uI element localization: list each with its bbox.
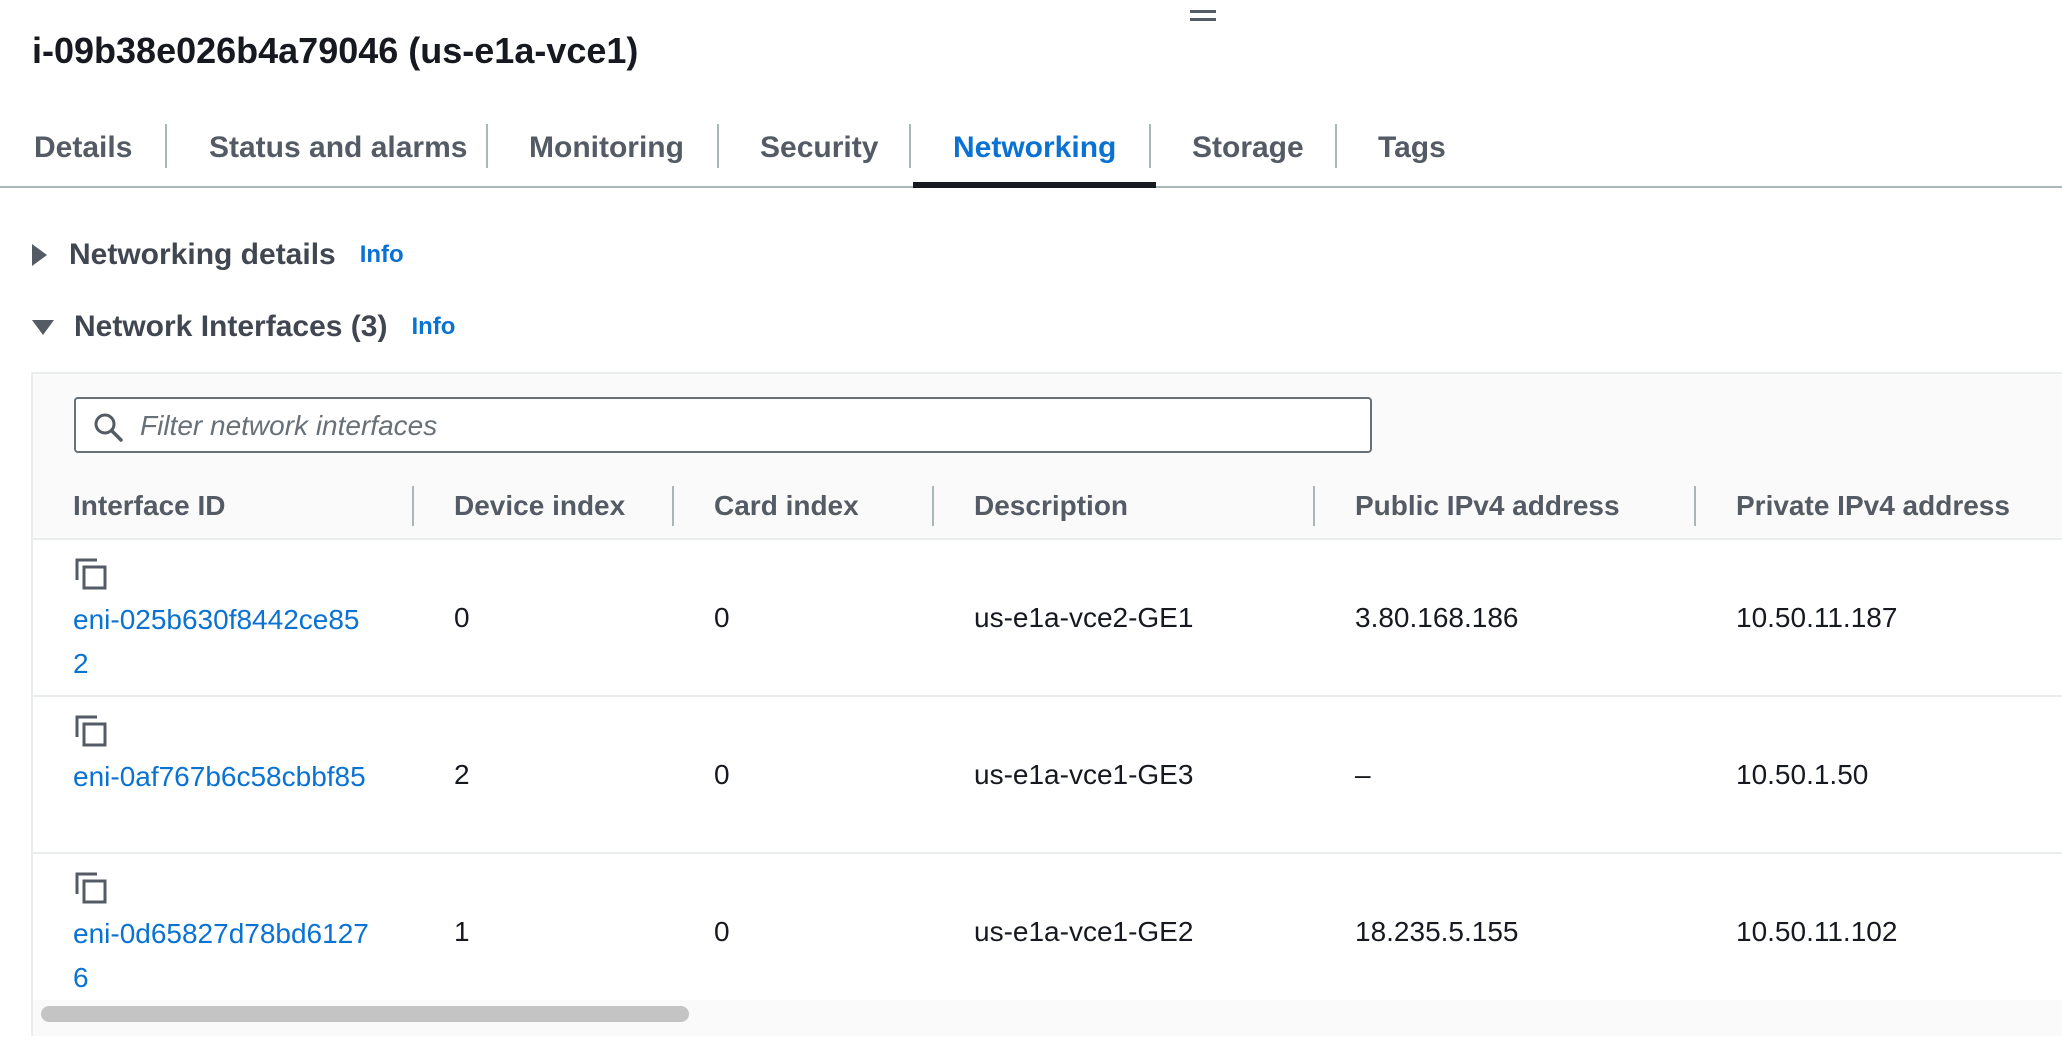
horizontal-scrollbar[interactable] [33, 1000, 2062, 1036]
interface-id-cell: eni-025b630f8442ce852 [33, 539, 414, 697]
description-cell: us-e1a-vce2-GE1 [934, 539, 1315, 697]
private-ipv4-cell: 10.50.11.187 [1696, 539, 2062, 697]
column-header-interface-id[interactable]: Interface ID [33, 474, 414, 540]
search-icon [94, 413, 123, 442]
section-label: Network Interfaces (3) [74, 310, 388, 343]
tab-divider [717, 124, 719, 168]
private-ipv4-cell: 10.50.1.50 [1696, 696, 2062, 854]
interface-id-cell: eni-0af767b6c58cbbf85 [33, 696, 414, 854]
network-interfaces-panel: Interface ID Device index Card index Des… [31, 372, 2062, 1036]
interface-id-link[interactable]: eni-025b630f8442ce852 [73, 598, 373, 686]
page-title: i-09b38e026b4a79046 (us-e1a-vce1) [32, 30, 639, 71]
tab-monitoring[interactable]: Monitoring [529, 120, 684, 186]
copy-icon[interactable] [73, 713, 109, 749]
device-index-cell: 1 [414, 853, 674, 1011]
table-row: eni-025b630f8442ce852 0 0 us-e1a-vce2-GE… [33, 539, 2062, 697]
info-link[interactable]: Info [360, 241, 404, 269]
card-index-cell: 0 [674, 696, 934, 854]
public-ipv4-cell: 3.80.168.186 [1315, 539, 1696, 697]
tab-divider [165, 124, 167, 168]
card-index-cell: 0 [674, 853, 934, 1011]
panel-resize-handle[interactable] [1190, 10, 1216, 21]
caret-right-icon [32, 244, 47, 266]
tab-security[interactable]: Security [760, 120, 878, 186]
column-header-description[interactable]: Description [934, 474, 1315, 540]
device-index-cell: 0 [414, 539, 674, 697]
network-interfaces-header[interactable]: Network Interfaces (3) Info [32, 310, 455, 344]
caret-down-icon [32, 319, 54, 335]
tab-networking[interactable]: Networking [912, 120, 1157, 188]
tab-divider [486, 124, 488, 168]
device-index-cell: 2 [414, 696, 674, 854]
column-header-card-index[interactable]: Card index [674, 474, 934, 540]
description-cell: us-e1a-vce1-GE2 [934, 853, 1315, 1011]
tab-divider [1335, 124, 1337, 168]
column-header-public-ipv4[interactable]: Public IPv4 address [1315, 474, 1696, 540]
column-header-device-index[interactable]: Device index [414, 474, 674, 540]
tab-status-and-alarms[interactable]: Status and alarms [209, 120, 467, 186]
tab-details[interactable]: Details [34, 120, 132, 186]
tab-divider [909, 124, 911, 168]
filter-box[interactable] [74, 397, 1372, 453]
table-row: eni-0af767b6c58cbbf85 2 0 us-e1a-vce1-GE… [33, 696, 2062, 854]
tab-tags[interactable]: Tags [1378, 120, 1446, 186]
tab-bar: Details Status and alarms Monitoring Sec… [0, 120, 2062, 188]
info-link[interactable]: Info [411, 313, 455, 341]
section-label: Networking details [69, 238, 336, 271]
copy-icon[interactable] [73, 870, 109, 906]
column-header-private-ipv4[interactable]: Private IPv4 address [1696, 474, 2062, 540]
description-cell: us-e1a-vce1-GE3 [934, 696, 1315, 854]
scrollbar-thumb[interactable] [41, 1006, 689, 1022]
copy-icon[interactable] [73, 556, 109, 592]
table-row: eni-0d65827d78bd61276 1 0 us-e1a-vce1-GE… [33, 853, 2062, 1011]
public-ipv4-cell: – [1315, 696, 1696, 854]
public-ipv4-cell: 18.235.5.155 [1315, 853, 1696, 1011]
networking-details-header[interactable]: Networking details Info [32, 238, 404, 272]
interface-id-link[interactable]: eni-0af767b6c58cbbf85 [73, 755, 373, 799]
private-ipv4-cell: 10.50.11.102 [1696, 853, 2062, 1011]
network-interfaces-table: Interface ID Device index Card index Des… [33, 474, 2062, 1011]
tab-storage[interactable]: Storage [1192, 120, 1304, 186]
interface-id-link[interactable]: eni-0d65827d78bd61276 [73, 912, 373, 1000]
table-header-row: Interface ID Device index Card index Des… [33, 474, 2062, 540]
card-index-cell: 0 [674, 539, 934, 697]
tab-divider [1149, 124, 1151, 168]
interface-id-cell: eni-0d65827d78bd61276 [33, 853, 414, 1011]
filter-input[interactable] [138, 407, 1342, 445]
